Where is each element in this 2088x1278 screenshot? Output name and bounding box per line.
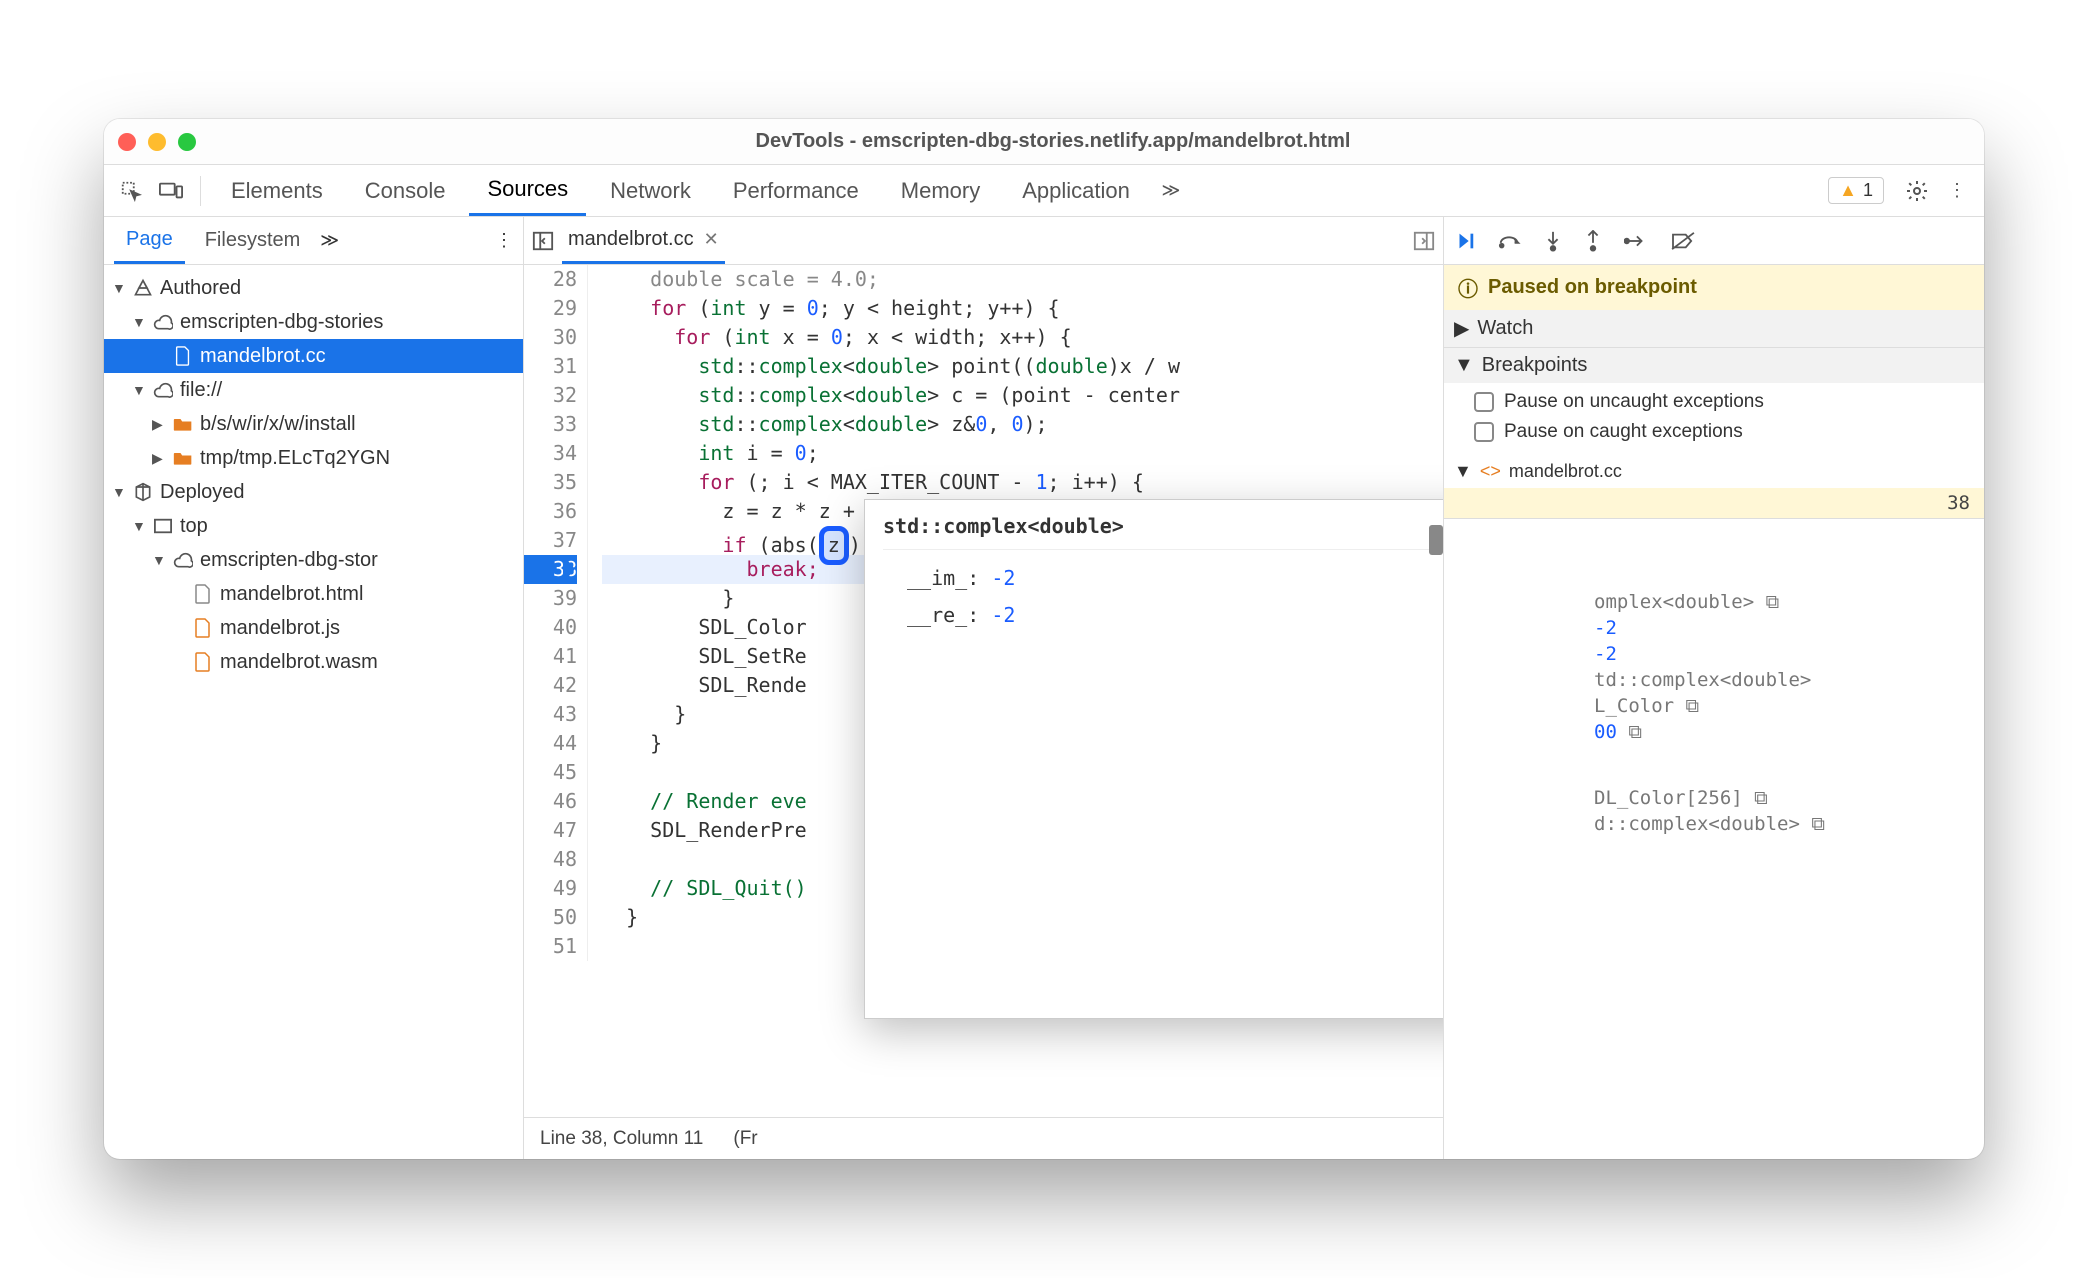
maximize-window-button[interactable]: [178, 133, 196, 151]
navigator-panel: Page Filesystem ≫ ⋮ ▼Authored ▼emscripte…: [104, 217, 524, 1159]
main-split: Page Filesystem ≫ ⋮ ▼Authored ▼emscripte…: [104, 217, 1984, 1159]
settings-icon[interactable]: [1900, 174, 1934, 208]
tooltip-row: __re_: -2: [883, 597, 1443, 634]
tooltip-title: std::complex<double>: [883, 512, 1443, 550]
tree-file-js[interactable]: mandelbrot.js: [104, 611, 523, 645]
tree-file-html[interactable]: mandelbrot.html: [104, 577, 523, 611]
section-breakpoints: ▼Breakpoints Pause on uncaught exception…: [1444, 348, 1984, 519]
tree-site-2[interactable]: ▼emscripten-dbg-stor: [104, 543, 523, 577]
debugger-toolbar: [1444, 217, 1984, 265]
hover-tooltip: std::complex<double> __im_: -2 __re_: -2: [864, 499, 1443, 1019]
minimize-window-button[interactable]: [148, 133, 166, 151]
nav-kebab-icon[interactable]: ⋮: [495, 230, 513, 251]
titlebar: DevTools - emscripten-dbg-stories.netlif…: [104, 119, 1984, 165]
tree-deployed[interactable]: ▼Deployed: [104, 475, 523, 509]
tab-console[interactable]: Console: [347, 165, 464, 216]
hover-target-z[interactable]: z: [819, 526, 849, 565]
info-icon: ⓘ: [1458, 273, 1478, 302]
debugger-panel: ⓘ Paused on breakpoint ▶Watch ▼Breakpoin…: [1444, 217, 1984, 1159]
source-icon: <>: [1480, 461, 1501, 482]
tree-top[interactable]: ▼top: [104, 509, 523, 543]
close-tab-icon[interactable]: ✕: [704, 229, 719, 250]
line-gutter[interactable]: 2829303132333435363738394041424344454647…: [524, 265, 588, 961]
step-out-icon[interactable]: [1584, 230, 1602, 252]
warning-icon: ▲: [1839, 180, 1857, 201]
paused-banner: ⓘ Paused on breakpoint: [1444, 265, 1984, 310]
tab-memory[interactable]: Memory: [883, 165, 998, 216]
tree-folder-1[interactable]: ▶b/s/w/ir/x/w/install: [104, 407, 523, 441]
warning-badge[interactable]: ▲ 1: [1828, 177, 1884, 204]
editor-panel: mandelbrot.cc ✕ 282930313233343536373839…: [524, 217, 1444, 1159]
top-tabs: Elements Console Sources Network Perform…: [104, 165, 1984, 217]
step-icon[interactable]: [1624, 232, 1648, 250]
navigator-tabs: Page Filesystem ≫ ⋮: [104, 217, 523, 265]
section-watch[interactable]: ▶Watch: [1444, 310, 1984, 348]
step-over-icon[interactable]: [1498, 231, 1522, 251]
resume-icon[interactable]: [1454, 230, 1476, 252]
toggle-nav-icon[interactable]: [532, 230, 554, 252]
devtools-window: DevTools - emscripten-dbg-stories.netlif…: [104, 119, 1984, 1159]
device-icon[interactable]: [154, 174, 188, 208]
breakpoint-file[interactable]: ▼<>mandelbrot.cc: [1444, 455, 1984, 488]
navtab-page[interactable]: Page: [114, 217, 185, 264]
section-scope: omplex<double> ⧉ -2 -2 td::complex<doubl…: [1444, 519, 1984, 1159]
close-window-button[interactable]: [118, 133, 136, 151]
deactivate-breakpoints-icon[interactable]: [1670, 231, 1696, 251]
tab-performance[interactable]: Performance: [715, 165, 877, 216]
tab-elements[interactable]: Elements: [213, 165, 341, 216]
tree-file-scheme[interactable]: ▼file://: [104, 373, 523, 407]
tree-file-wasm[interactable]: mandelbrot.wasm: [104, 645, 523, 679]
navtab-filesystem[interactable]: Filesystem: [193, 217, 313, 264]
tooltip-row: __im_: -2: [883, 560, 1443, 597]
tab-sources[interactable]: Sources: [469, 165, 586, 216]
tree-authored[interactable]: ▼Authored: [104, 271, 523, 305]
tab-network[interactable]: Network: [592, 165, 709, 216]
tab-application[interactable]: Application: [1004, 165, 1148, 216]
run-snippet-icon[interactable]: [1413, 230, 1435, 252]
chevron-down-icon: ▼: [1454, 354, 1474, 377]
chevron-down-icon: ▼: [1454, 461, 1472, 482]
traffic-lights: [118, 133, 196, 151]
kebab-icon[interactable]: ⋮: [1940, 174, 1974, 208]
status-extra: (Fr: [733, 1128, 757, 1150]
more-navtabs-icon[interactable]: ≫: [320, 230, 339, 251]
pause-uncaught-checkbox[interactable]: Pause on uncaught exceptions: [1474, 387, 1974, 417]
filetab-mandelbrot-cc[interactable]: mandelbrot.cc ✕: [562, 217, 725, 264]
chevron-right-icon: ▶: [1454, 316, 1469, 341]
editor-statusbar: Line 38, Column 11 (Fr: [524, 1117, 1443, 1159]
tree-site[interactable]: ▼emscripten-dbg-stories: [104, 305, 523, 339]
cursor-position: Line 38, Column 11: [540, 1128, 703, 1150]
tree-file-mandelbrot-cc[interactable]: mandelbrot.cc: [104, 339, 523, 373]
code-editor[interactable]: 2829303132333435363738394041424344454647…: [524, 265, 1443, 1117]
scroll-marker: [1429, 525, 1443, 555]
pause-caught-checkbox[interactable]: Pause on caught exceptions: [1474, 417, 1974, 447]
file-tabs: mandelbrot.cc ✕: [524, 217, 1443, 265]
window-title: DevTools - emscripten-dbg-stories.netlif…: [196, 130, 1910, 153]
more-tabs-icon[interactable]: ≫: [1154, 174, 1188, 208]
file-tree: ▼Authored ▼emscripten-dbg-stories mandel…: [104, 265, 523, 685]
tree-folder-2[interactable]: ▶tmp/tmp.ELcTq2YGN: [104, 441, 523, 475]
breakpoint-line[interactable]: 38: [1444, 488, 1984, 518]
step-into-icon[interactable]: [1544, 230, 1562, 252]
inspect-icon[interactable]: [114, 174, 148, 208]
